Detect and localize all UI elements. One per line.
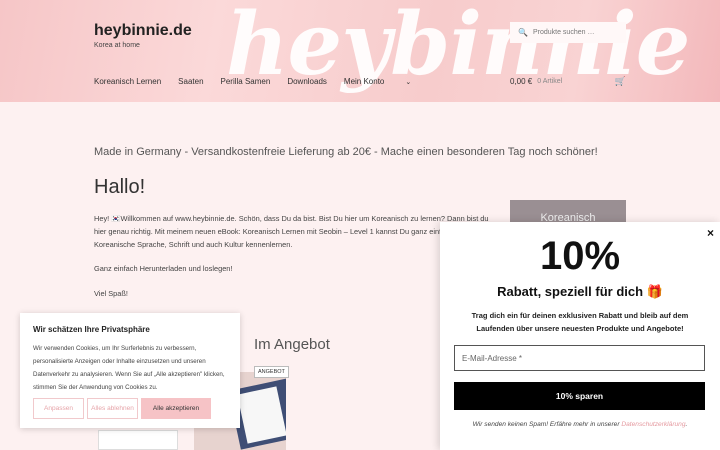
accept-all-button[interactable]: Alle akzeptieren [141,398,211,419]
fun-paragraph: Viel Spaß! [94,289,128,298]
cookie-banner: Wir schätzen Ihre Privatsphäre Wir verwe… [20,313,240,428]
offer-heading: Im Angebot [254,336,330,353]
page-heading: Hallo! [94,176,146,198]
discount-headline-text: Rabatt, speziell für dich [497,284,644,299]
cookie-text: Wir verwenden Cookies, um Ihr Surferlebn… [33,345,225,391]
discount-popup: × 10% Rabatt, speziell für dich 🎁 Trag d… [440,222,720,450]
discount-percent: 10% [539,234,621,278]
cookie-buttons: Anpassen Alles ablehnen Alle akzeptieren [33,398,214,419]
main-nav: Koreanisch Lernen Saaten Perilla Samen D… [94,77,445,86]
store-notice: Made in Germany - Versandkostenfreie Lie… [94,146,598,158]
cart-count: 0 Artikel [537,78,563,85]
no-spam-note: Wir senden keinen Spam! Erfähre mehr in … [440,421,720,428]
product-image[interactable] [98,430,178,450]
email-field[interactable]: E-Mail-Adresse * [454,345,705,371]
cart-total: 0,00 € [510,77,533,86]
cookie-title: Wir schätzen Ihre Privatsphäre [33,325,150,334]
nav-item-perilla-samen[interactable]: Perilla Samen [221,77,271,86]
intro-paragraph: Hey! 🇰🇷Willkommen auf www.heybinnie.de. … [94,214,489,249]
no-spam-text: Wir senden keinen Spam! Erfähre mehr in … [472,421,622,428]
reject-all-button[interactable]: Alles ablehnen [87,398,138,419]
nav-item-mein-konto[interactable]: Mein Konto ⌄ [344,77,428,86]
download-paragraph: Ganz einfach Herunterladen und loslegen! [94,264,233,273]
save-discount-button[interactable]: 10% sparen [454,382,705,410]
site-tagline: Korea at home [94,42,140,49]
privacy-link[interactable]: Datenschutzerklärung [621,421,685,428]
nav-item-label: Mein Konto [343,77,385,86]
gift-icon: 🎁 [646,284,663,299]
nav-item-saaten[interactable]: Saaten [178,77,203,86]
cart-link[interactable]: 0,00 € 0 Artikel 🛒 [510,76,626,86]
site-header: heybinnie heybinnie.de Korea at home 🔍 P… [0,0,720,102]
site-title[interactable]: heybinnie.de [94,22,192,40]
search-input[interactable]: 🔍 Produkte suchen … [510,22,626,43]
search-icon: 🔍 [518,28,528,37]
search-placeholder: Produkte suchen … [532,29,595,36]
nav-item-downloads[interactable]: Downloads [287,77,327,86]
chevron-down-icon: ⌄ [405,79,412,86]
basket-icon: 🛒 [614,76,626,86]
customize-button[interactable]: Anpassen [33,398,84,419]
discount-headline: Rabatt, speziell für dich 🎁 [440,284,720,300]
nav-item-koreanisch-lernen[interactable]: Koreanisch Lernen [94,77,161,86]
no-spam-period: . [685,421,688,428]
sale-badge: ANGEBOT [254,366,289,378]
discount-description: Trag dich ein für deinen exklusiven Raba… [471,311,689,333]
